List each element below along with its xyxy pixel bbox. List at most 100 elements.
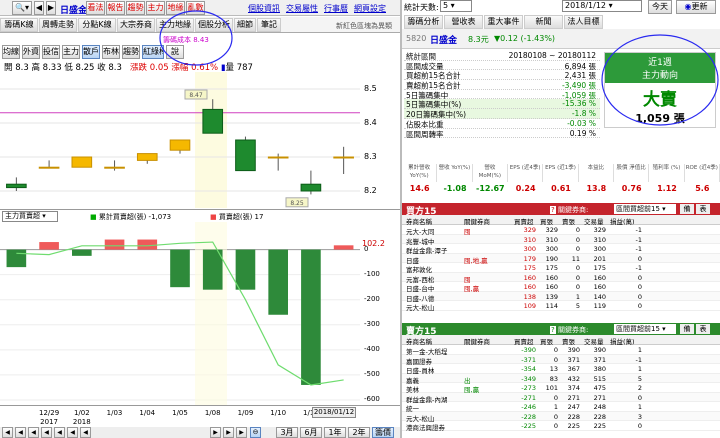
candle[interactable] bbox=[235, 139, 256, 172]
right-tab-0[interactable]: 籌碼分析 bbox=[404, 15, 443, 29]
broker-row[interactable]: 元大-松山 -228 0 228 228 3 bbox=[402, 411, 720, 423]
scroll-left-icon[interactable]: ◀ bbox=[54, 427, 65, 438]
left-tab-0[interactable]: 籌碼K線 bbox=[0, 18, 38, 32]
next-stock-button[interactable]: ▶ bbox=[46, 1, 56, 15]
broker-row[interactable]: 美林 囤,贏 -273 101 374 475 2 bbox=[402, 383, 720, 394]
broker-row[interactable]: 富邦敦化 175 175 0 175 -1 bbox=[402, 263, 720, 274]
right-tab-4[interactable]: 法人目標 bbox=[564, 15, 603, 29]
update-button[interactable]: ◉更新 bbox=[676, 0, 716, 14]
left-tab-1[interactable]: 周轉走勢 bbox=[39, 18, 77, 32]
candle[interactable] bbox=[38, 166, 60, 169]
net-bar[interactable] bbox=[39, 242, 59, 250]
net-bar[interactable] bbox=[301, 249, 321, 385]
candle[interactable] bbox=[202, 108, 224, 134]
period-button-0[interactable]: 3月 bbox=[276, 427, 298, 438]
left-tab-7[interactable]: 筆記 bbox=[257, 18, 281, 32]
candle[interactable] bbox=[333, 156, 354, 159]
toolbar-link-2[interactable]: 行事曆 bbox=[324, 4, 348, 13]
scroll-right-icon[interactable]: ▶ bbox=[236, 427, 247, 438]
broker-row[interactable]: 嘉義出 -349 83 432 515 5 bbox=[402, 373, 720, 385]
net-bar[interactable] bbox=[268, 249, 288, 315]
menu-button-0[interactable]: 看法 bbox=[86, 1, 105, 15]
broker-row[interactable]: 統一 -246 1 247 248 1 bbox=[402, 402, 720, 413]
period-button-3[interactable]: 2年 bbox=[348, 427, 370, 438]
broker-row[interactable]: 日盛-台中 囤,贏 160 160 0 160 0 bbox=[402, 282, 720, 293]
scroll-left-icon[interactable]: ◀ bbox=[28, 427, 39, 438]
menu-button-2[interactable]: 趨勢 bbox=[126, 1, 145, 15]
indicator-chart[interactable] bbox=[0, 222, 360, 405]
scroll-left-icon[interactable]: ◀ bbox=[41, 427, 52, 438]
right-tab-2[interactable]: 重大事件 bbox=[484, 15, 523, 29]
indicator-tab-5[interactable]: 布林 bbox=[102, 45, 120, 59]
scroll-right-icon[interactable]: ▶ bbox=[223, 427, 234, 438]
indicator-select[interactable]: 主力買賣超 ▾ bbox=[2, 211, 58, 222]
net-bar[interactable] bbox=[72, 249, 92, 256]
right-tab-3[interactable]: 新聞 bbox=[524, 15, 563, 29]
net-bar[interactable] bbox=[170, 249, 190, 288]
candle[interactable] bbox=[169, 139, 191, 151]
buy-table-button[interactable]: 表 bbox=[696, 204, 710, 214]
date-picker[interactable]: 2018/1/12 ▾ bbox=[562, 0, 642, 12]
sell-table-button[interactable]: 表 bbox=[696, 324, 710, 334]
left-tab-3[interactable]: 大宗券商 bbox=[117, 18, 155, 32]
broker-row[interactable]: 兆豐-城中 310 310 0 310 -1 bbox=[402, 234, 720, 246]
candle[interactable] bbox=[104, 166, 125, 169]
price-chart[interactable]: 8.47 8.25 bbox=[0, 72, 360, 208]
buy-filter-select[interactable]: 區間買超前15 ▾ bbox=[614, 204, 676, 214]
broker-row[interactable]: 群益金鼎-潭子 300 300 0 300 -1 bbox=[402, 244, 720, 255]
candle[interactable] bbox=[6, 183, 27, 189]
menu-button-3[interactable]: 主力 bbox=[146, 1, 165, 15]
net-bar[interactable] bbox=[333, 245, 354, 250]
left-tab-5[interactable]: 個股分析 bbox=[195, 18, 233, 32]
broker-row[interactable]: 日盛-八德 138 139 1 140 0 bbox=[402, 291, 720, 303]
indicator-tab-2[interactable]: 投信 bbox=[42, 45, 60, 59]
toolbar-link-3[interactable]: 網頁設定 bbox=[354, 4, 386, 13]
broker-row[interactable]: 第一金-大稻埕 -390 0 390 390 1 bbox=[402, 345, 720, 356]
net-bar[interactable] bbox=[104, 239, 125, 250]
sell-filter-select[interactable]: 區間買超前15 ▾ bbox=[614, 324, 676, 334]
net-bar[interactable] bbox=[6, 249, 27, 268]
buy-mark-button[interactable]: 備 bbox=[680, 204, 694, 214]
period-button-2[interactable]: 1年 bbox=[324, 427, 346, 438]
left-tab-2[interactable]: 分點K線 bbox=[78, 18, 116, 32]
days-select[interactable]: 5 ▾ bbox=[440, 0, 472, 12]
broker-row[interactable]: 元大-松山 109 114 5 119 0 bbox=[402, 301, 720, 312]
menu-button-1[interactable]: 報告 bbox=[106, 1, 125, 15]
today-button[interactable]: 今天 bbox=[648, 0, 672, 14]
left-tab-4[interactable]: 主力地緣 bbox=[156, 18, 194, 32]
broker-row[interactable]: 日盛 囤,地,贏 179 190 11 201 0 bbox=[402, 253, 720, 265]
indicator-tab-1[interactable]: 外資 bbox=[22, 45, 40, 59]
menu-button-4[interactable]: 地緣 bbox=[166, 1, 185, 15]
toolbar-link-0[interactable]: 個股資訊 bbox=[248, 4, 280, 13]
broker-row[interactable]: 元富-西松囤 160 160 0 160 0 bbox=[402, 272, 720, 284]
sell-mark-button[interactable]: 備 bbox=[680, 324, 694, 334]
broker-row[interactable]: 群益金鼎-內湖 -271 0 271 271 0 bbox=[402, 392, 720, 404]
net-bar[interactable] bbox=[137, 239, 158, 250]
broker-row[interactable]: 嘉國證券 -371 0 371 371 -1 bbox=[402, 354, 720, 366]
indicator-tab-7[interactable]: 紅綠棒 bbox=[142, 45, 164, 59]
candle[interactable] bbox=[300, 183, 322, 192]
zoom-icon[interactable]: ⊖ bbox=[250, 427, 261, 438]
indicator-tab-3[interactable]: 主力 bbox=[62, 45, 80, 59]
scroll-left-icon[interactable]: ◀ bbox=[80, 427, 91, 438]
net-bar[interactable] bbox=[235, 249, 256, 290]
broker-row[interactable]: 元大-大同囤 329 329 0 329 -1 bbox=[402, 225, 720, 236]
candle[interactable] bbox=[267, 156, 289, 159]
scroll-left-icon[interactable]: ◀ bbox=[15, 427, 26, 438]
candle[interactable] bbox=[71, 156, 93, 168]
left-tab-6[interactable]: 細節 bbox=[234, 18, 256, 32]
scroll-left-icon[interactable]: ◀ bbox=[67, 427, 78, 438]
search-icon[interactable]: 🔍▾ bbox=[12, 1, 32, 15]
broker-row[interactable]: 港商法興證券 -225 0 225 225 0 bbox=[402, 421, 720, 432]
indicator-tab-6[interactable]: 趨勢 bbox=[122, 45, 140, 59]
broker-row[interactable]: 日盛-員林 -354 13 367 380 1 bbox=[402, 364, 720, 375]
net-bar[interactable] bbox=[202, 249, 223, 290]
indicator-tab-4[interactable]: 散戶 bbox=[82, 45, 100, 59]
scroll-left-icon[interactable]: ◀ bbox=[2, 427, 13, 438]
right-tab-1[interactable]: 營收表 bbox=[444, 15, 483, 29]
toolbar-link-1[interactable]: 交易屬性 bbox=[286, 4, 318, 13]
indicator-tab-8[interactable]: 說 bbox=[166, 45, 184, 59]
candle[interactable] bbox=[136, 153, 158, 161]
period-button-4[interactable]: 籌價 bbox=[372, 427, 394, 438]
prev-stock-button[interactable]: ◀ bbox=[34, 1, 44, 15]
